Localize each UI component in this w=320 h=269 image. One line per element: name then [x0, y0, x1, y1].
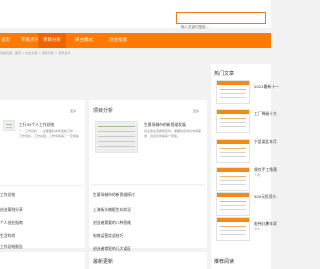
hot-title-1[interactable]: 2022最新十一	[254, 84, 279, 90]
project-analysis-title: 项目分析	[93, 108, 114, 114]
hot-title-3[interactable]: 宁夏某此本月	[254, 139, 277, 145]
latest-updates-title: 最新更新	[93, 259, 114, 265]
left-link-4[interactable]: 生活时尚	[0, 233, 15, 239]
left-link-1[interactable]: 工作总结	[0, 192, 15, 198]
mid-lead-thumbnail[interactable]	[95, 121, 138, 153]
mid-lead-desc: 创业者在选择项目时，需要综合考虑市场需求、自身条件等多个因素。	[144, 129, 202, 138]
left-more-link[interactable]: 更多	[70, 109, 76, 113]
mid-link-1[interactable]: 生意场城市的新思维探讨	[93, 192, 135, 198]
left-link-5[interactable]: 工作总结报告	[0, 244, 23, 250]
mid-link-3[interactable]: 创业者需要的八种思维	[93, 220, 131, 226]
mid-more-link[interactable]: 更多	[193, 109, 199, 113]
main-nav: 首页 专家点评 项目分析 商业模式 创业指南	[0, 33, 271, 48]
nav-guide[interactable]: 创业指南	[104, 33, 132, 48]
hot-articles-title: 热门文章	[214, 71, 235, 77]
hot-thumb-6[interactable]	[216, 217, 250, 241]
mid-link-2[interactable]: 上海街头摊贩生存状况	[93, 207, 131, 213]
hot-thumb-1[interactable]	[216, 80, 250, 104]
left-lead-desc: 一、工作目标：...主要做好本年度的工作……工作目标，工作总结，工作中取得了一定…	[19, 129, 79, 138]
latest-updates-panel: 最新更新	[89, 252, 207, 269]
mid-link-4[interactable]: 电商运营实战技巧	[93, 233, 123, 239]
left-lead-thumbnail[interactable]	[3, 120, 15, 131]
hot-sub-6: 卡大	[254, 227, 261, 231]
hot-thumb-5[interactable]	[216, 192, 250, 216]
left-lead-title[interactable]: 工行50个人工作总结	[19, 122, 54, 128]
hot-title-5[interactable]: 500元投资小	[254, 194, 276, 200]
hot-title-2[interactable]: 工厂降级十大	[254, 111, 277, 117]
left-link-3[interactable]: 个人创业指南	[0, 220, 23, 226]
recommended-title: 推荐阅读	[214, 259, 235, 265]
project-analysis-panel: 项目分析 更多 生意场城市的新思维发展 创业者在选择项目时，需要综合考虑市场需求…	[89, 100, 207, 251]
hot-thumb-3[interactable]	[216, 139, 250, 163]
hot-thumb-4[interactable]	[216, 167, 250, 191]
breadcrumb: 当前位置：首页 > 创业分析 > 项目分析 > 专家点评	[0, 51, 71, 55]
hot-sub-4: 个项	[254, 173, 261, 177]
search-box[interactable]	[176, 12, 266, 32]
mid-lead-title[interactable]: 生意场城市的新思维发展	[144, 122, 186, 128]
nav-business[interactable]: 商业模式	[70, 33, 98, 48]
left-link-2[interactable]: 创业案例分享	[0, 207, 23, 213]
left-panel: 更多 工行50个人工作总结 一、工作目标：...主要做好本年度的工作……工作目标…	[0, 100, 85, 250]
top-header	[0, 0, 271, 32]
nav-home[interactable]: 首页	[0, 33, 15, 48]
hot-thumb-2[interactable]	[216, 109, 250, 133]
search-input[interactable]	[177, 22, 265, 32]
recommended-panel: 推荐阅读	[211, 252, 271, 269]
left-bottom-panel	[0, 252, 85, 269]
nav-project[interactable]: 项目分析	[38, 33, 66, 48]
